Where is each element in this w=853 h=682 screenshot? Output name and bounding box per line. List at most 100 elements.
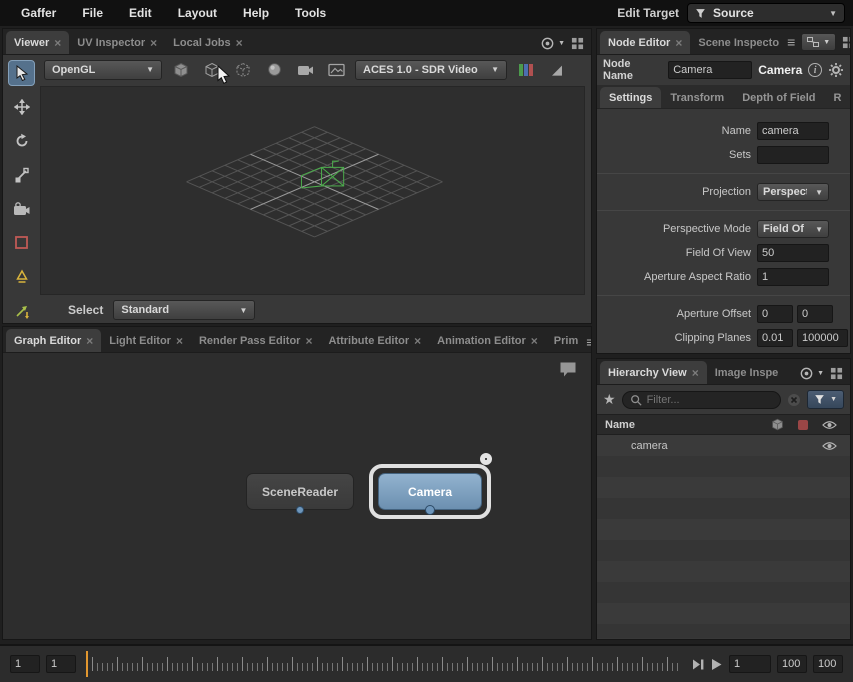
select-tool-button[interactable] [8,60,35,86]
menu-layout[interactable]: Layout [165,6,230,20]
name-input[interactable] [757,122,829,140]
playback-start-frame-input[interactable] [46,655,76,673]
layout-grid-icon[interactable] [571,37,584,50]
visibility-column-icon[interactable] [816,420,842,430]
section-tab-transform[interactable]: Transform [661,87,733,108]
light-tool-button[interactable] [8,264,35,290]
aperture-offset-y-input[interactable] [797,305,833,323]
select-mode-dropdown[interactable]: Standard ▼ [113,300,255,320]
clipping-near-input[interactable] [757,329,793,347]
menu-file[interactable]: File [69,6,116,20]
section-tab-render[interactable]: R [825,87,851,108]
scene-view-icon[interactable] [324,59,348,81]
exposure-ramp-icon[interactable]: ◢ [545,59,569,81]
name-column-header[interactable]: Name [605,419,764,431]
playback-end-frame-input[interactable] [777,655,807,673]
tab-close-icon[interactable]: × [176,334,183,348]
tab-uv-inspector[interactable]: UV Inspector × [69,31,165,54]
menu-help[interactable]: Help [230,6,282,20]
tab-light-editor[interactable]: Light Editor × [101,329,191,352]
node-set-dropdown[interactable]: ▼ [801,33,836,51]
bookmark-star-icon[interactable]: ★ [603,391,616,408]
aperture-offset-x-input[interactable] [757,305,793,323]
renderer-dropdown[interactable]: OpenGL ▼ [44,60,162,80]
tab-close-icon[interactable]: × [305,334,312,348]
camera-settings-icon[interactable] [293,59,317,81]
edit-target-dropdown[interactable]: Source ▼ [687,3,845,23]
scenereader-output-port[interactable] [296,506,304,514]
tab-render-pass-editor[interactable]: Render Pass Editor × [191,329,321,352]
exclusion-column-icon[interactable] [790,419,816,431]
clipping-far-input[interactable] [797,329,848,347]
filter-mode-dropdown[interactable]: ▼ [807,390,844,409]
section-tab-depth-of-field[interactable]: Depth of Field [733,87,824,108]
perspective-mode-dropdown[interactable]: Field Of View ▼ [757,220,829,238]
camera-tool-button[interactable] [8,196,35,222]
shading-ball-icon[interactable] [262,59,286,81]
tab-scene-inspector[interactable]: Scene Inspecto [690,31,787,54]
tab-close-icon[interactable]: × [54,36,61,50]
scene-end-frame-input[interactable] [813,655,843,673]
sets-column-icon[interactable] [764,418,790,431]
node-scenereader[interactable]: SceneReader [246,473,354,510]
section-tab-settings[interactable]: Settings [600,87,661,108]
tab-menu-icon[interactable]: ≡ [787,35,795,49]
tab-close-icon[interactable]: × [692,366,699,380]
light-position-tool-button[interactable] [8,298,35,324]
menu-tools[interactable]: Tools [282,6,339,20]
layout-grid-icon[interactable] [830,367,843,380]
menu-edit[interactable]: Edit [116,6,165,20]
tab-menu-icon[interactable]: ≡ [586,335,591,349]
frame-ruler[interactable] [86,651,681,677]
hierarchy-row-camera[interactable]: camera [597,435,850,456]
filter-search-box[interactable] [622,391,782,409]
play-icon[interactable] [710,658,723,671]
sets-input[interactable] [757,146,829,164]
filter-input[interactable] [647,394,774,406]
annotation-bubble-icon[interactable] [559,361,577,378]
solid-shading-cube-icon[interactable] [169,59,193,81]
tab-local-jobs[interactable]: Local Jobs × [165,31,250,54]
node-info-icon[interactable]: i [808,63,822,77]
tab-close-icon[interactable]: × [531,334,538,348]
tab-close-icon[interactable]: × [86,334,93,348]
camera-node-handle[interactable] [480,453,492,465]
points-cube-icon[interactable] [231,59,255,81]
field-of-view-input[interactable] [757,244,829,262]
node-name-input[interactable] [668,61,752,79]
color-channels-icon[interactable] [514,59,538,81]
current-frame-input[interactable] [729,655,771,673]
tab-image-inspector[interactable]: Image Inspe [707,361,787,384]
focus-target-dropdown[interactable]: ▼ [540,36,565,51]
projection-dropdown[interactable]: Perspective ▼ [757,183,829,201]
skip-forward-icon[interactable] [691,658,705,671]
camera-output-port[interactable] [425,505,435,515]
current-frame-marker[interactable] [86,651,88,677]
crop-window-tool-button[interactable] [8,230,35,256]
viewport-3d[interactable] [40,86,585,294]
aperture-aspect-ratio-input[interactable] [757,268,829,286]
node-gear-icon[interactable] [828,62,844,78]
tab-close-icon[interactable]: × [675,36,682,50]
scale-tool-button[interactable] [8,162,35,188]
scene-start-frame-input[interactable] [10,655,40,673]
tab-close-icon[interactable]: × [236,36,243,50]
display-transform-dropdown[interactable]: ACES 1.0 - SDR Video ▼ [355,60,507,80]
rotate-tool-button[interactable] [8,128,35,154]
tab-close-icon[interactable]: × [414,334,421,348]
visibility-eye-icon[interactable] [816,441,842,451]
tab-primitive-inspector[interactable]: Prim [546,329,586,352]
tab-hierarchy-view[interactable]: Hierarchy View × [600,361,707,384]
tab-graph-editor[interactable]: Graph Editor × [6,329,101,352]
tab-animation-editor[interactable]: Animation Editor × [429,329,546,352]
graph-canvas[interactable]: SceneReader Camera [3,353,591,639]
tab-close-icon[interactable]: × [150,36,157,50]
focus-target-dropdown[interactable]: ▼ [799,366,824,381]
clear-filter-icon[interactable] [787,393,801,407]
tab-node-editor[interactable]: Node Editor × [600,31,690,54]
menu-gaffer[interactable]: Gaffer [8,6,69,20]
translate-tool-button[interactable] [8,94,35,120]
tab-attribute-editor[interactable]: Attribute Editor × [320,329,429,352]
tab-viewer[interactable]: Viewer × [6,31,69,54]
layout-grid-icon[interactable] [842,36,850,49]
